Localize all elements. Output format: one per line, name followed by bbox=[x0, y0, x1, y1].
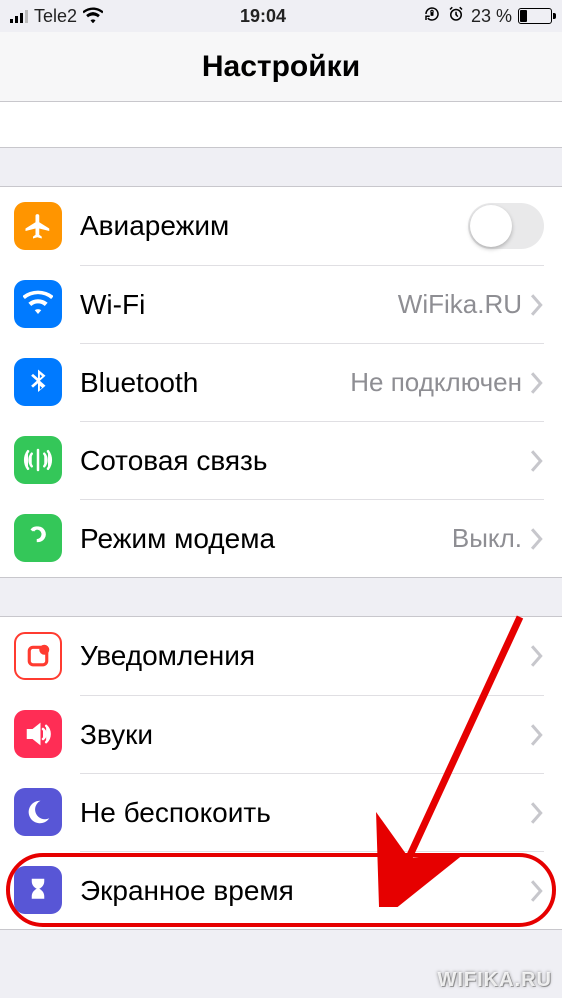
row-label: Уведомления bbox=[80, 640, 530, 672]
chevron-right-icon bbox=[530, 372, 544, 394]
chevron-right-icon bbox=[530, 528, 544, 550]
row-value: WiFika.RU bbox=[398, 289, 522, 320]
group-spacer bbox=[0, 148, 562, 186]
chevron-right-icon bbox=[530, 294, 544, 316]
sounds-icon bbox=[14, 710, 62, 758]
row-wifi[interactable]: Wi-Fi WiFika.RU bbox=[0, 265, 562, 343]
row-sounds[interactable]: Звуки bbox=[0, 695, 562, 773]
search-field-stub[interactable] bbox=[0, 102, 562, 148]
row-label: Bluetooth bbox=[80, 367, 350, 399]
row-label: Сотовая связь bbox=[80, 445, 530, 477]
alarm-icon bbox=[447, 5, 465, 28]
cellular-icon bbox=[14, 436, 62, 484]
row-screentime[interactable]: Экранное время bbox=[0, 851, 562, 929]
chevron-right-icon bbox=[530, 724, 544, 746]
orientation-lock-icon bbox=[423, 5, 441, 28]
row-notifications[interactable]: Уведомления bbox=[0, 617, 562, 695]
page-title: Настройки bbox=[0, 32, 562, 102]
hotspot-icon bbox=[14, 514, 62, 562]
row-value: Выкл. bbox=[452, 523, 522, 554]
row-cellular[interactable]: Сотовая связь bbox=[0, 421, 562, 499]
row-label: Экранное время bbox=[80, 875, 530, 907]
page-title-text: Настройки bbox=[202, 50, 360, 84]
status-time: 19:04 bbox=[240, 6, 286, 27]
wifi-icon bbox=[14, 280, 62, 328]
notifications-icon bbox=[14, 632, 62, 680]
settings-group-general: Уведомления Звуки Не беспокоить Экранное… bbox=[0, 616, 562, 930]
chevron-right-icon bbox=[530, 802, 544, 824]
row-hotspot[interactable]: Режим модема Выкл. bbox=[0, 499, 562, 577]
wifi-status-icon bbox=[83, 7, 103, 26]
moon-icon bbox=[14, 788, 62, 836]
group-spacer bbox=[0, 578, 562, 616]
status-right: 23 % bbox=[423, 5, 552, 28]
hourglass-icon bbox=[14, 866, 62, 914]
airplane-icon bbox=[14, 202, 62, 250]
row-value: Не подключен bbox=[350, 367, 522, 398]
chevron-right-icon bbox=[530, 645, 544, 667]
row-label: Wi-Fi bbox=[80, 289, 398, 321]
status-left: Tele2 bbox=[10, 6, 103, 27]
settings-group-connectivity: Авиарежим Wi-Fi WiFika.RU Bluetooth Не п… bbox=[0, 186, 562, 578]
row-dnd[interactable]: Не беспокоить bbox=[0, 773, 562, 851]
status-bar: Tele2 19:04 23 % bbox=[0, 0, 562, 32]
airplane-toggle[interactable] bbox=[468, 203, 544, 249]
row-label: Звуки bbox=[80, 719, 530, 751]
watermark: WIFIKA.RU bbox=[437, 969, 552, 992]
bluetooth-icon bbox=[14, 358, 62, 406]
row-label: Авиарежим bbox=[80, 210, 468, 242]
row-label: Не беспокоить bbox=[80, 797, 530, 829]
battery-icon bbox=[518, 8, 552, 24]
chevron-right-icon bbox=[530, 880, 544, 902]
cellular-signal-icon bbox=[10, 9, 28, 23]
battery-percent: 23 % bbox=[471, 6, 512, 27]
carrier-label: Tele2 bbox=[34, 6, 77, 27]
row-bluetooth[interactable]: Bluetooth Не подключен bbox=[0, 343, 562, 421]
row-airplane[interactable]: Авиарежим bbox=[0, 187, 562, 265]
chevron-right-icon bbox=[530, 450, 544, 472]
row-label: Режим модема bbox=[80, 523, 452, 555]
